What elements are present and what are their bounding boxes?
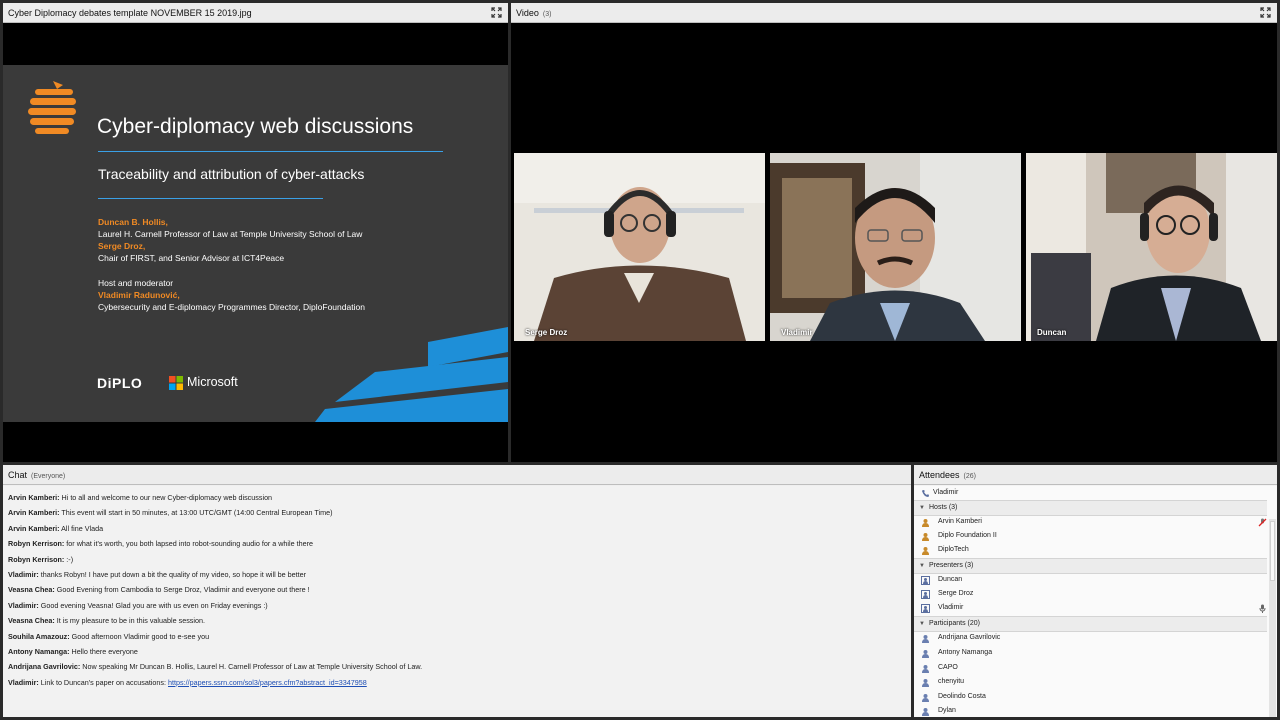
video-pod: Video (3) Serge Droz Vladimir Duncan — [511, 3, 1277, 462]
speaker1-name: Duncan B. Hollis, — [98, 217, 168, 227]
host-role: Cybersecurity and E-diplomacy Programmes… — [98, 302, 365, 312]
chat-pod-title: Chat — [8, 470, 28, 480]
attendee-row-host[interactable]: Diplo Foundation II — [914, 529, 1267, 543]
attendees-pod-title: Attendees — [919, 470, 960, 480]
participant-user-icon — [922, 694, 929, 702]
chat-message: Arvin Kamberi: Hi to all and welcome to … — [8, 493, 273, 502]
chat-scope[interactable]: (Everyone) — [31, 473, 65, 480]
chat-message: Arvin Kamberi: This event will start in … — [8, 508, 333, 518]
attendee-row-presenter[interactable]: Serge Droz — [914, 587, 1267, 601]
presenter-user-icon — [921, 576, 930, 585]
participant-user-icon — [922, 679, 929, 687]
share-pod: Cyber Diplomacy debates template NOVEMBE… — [3, 3, 508, 462]
chat-message-list[interactable]: Arvin Kamberi: Hi to all and welcome to … — [3, 486, 911, 717]
shared-slide: Cyber-diplomacy web discussions Traceabi… — [3, 65, 508, 422]
microphone-icon — [1259, 604, 1266, 613]
scrollbar-thumb[interactable] — [1270, 521, 1275, 581]
chat-message: Vladimir: Good evening Veasna! Glad you … — [8, 600, 268, 610]
microphone-muted-icon — [1258, 518, 1267, 527]
slide-title: Cyber-diplomacy web discussions — [97, 115, 414, 138]
chat-message: Vladimir: Link to Duncan's paper on accu… — [8, 677, 367, 687]
speaker2-role: Chair of FIRST, and Senior Advisor at IC… — [98, 253, 285, 263]
participants-section-header[interactable]: ▼ Participants (20) — [914, 616, 1267, 632]
attendee-row-presenter[interactable]: Duncan — [914, 573, 1267, 587]
share-pod-title: Cyber Diplomacy debates template NOVEMBE… — [8, 8, 252, 18]
participant-name: Vladimir — [781, 328, 813, 337]
microsoft-wordmark: Microsoft — [187, 375, 238, 389]
phone-icon — [922, 490, 929, 497]
attendee-row-participant[interactable]: Antony Namanga — [914, 646, 1267, 660]
hosts-section-header[interactable]: ▼ Hosts (3) — [914, 500, 1267, 516]
attendee-row-participant[interactable]: Deolindo Costa — [914, 690, 1267, 704]
video-pod-header: Video (3) — [511, 3, 1277, 23]
video-count: (3) — [542, 11, 552, 18]
attendee-row-participant[interactable]: Andrijana Gavrilovic — [914, 631, 1267, 645]
presenter-user-icon — [921, 604, 930, 613]
attendee-row-participant[interactable]: Dylan — [914, 704, 1267, 718]
diplo-logo-icon — [28, 81, 76, 134]
participant-user-icon — [922, 635, 929, 643]
attendee-row-host[interactable]: Arvin Kamberi — [914, 515, 1267, 529]
presenter-user-icon — [921, 590, 930, 599]
chat-message: Andrijana Gavrilovic: Now speaking Mr Du… — [8, 662, 423, 672]
host-label: Host and moderator — [98, 278, 174, 288]
maximize-icon[interactable] — [491, 7, 502, 18]
chat-message: Arvin Kamberi: All fine Vlada — [8, 523, 104, 533]
host-user-icon — [922, 547, 929, 555]
host-name: Vladimir Radunović, — [98, 290, 180, 300]
chat-message: Vladimir: thanks Robyn! I have put down … — [8, 569, 307, 579]
my-status-row[interactable]: Vladimir — [914, 486, 1267, 500]
participant-user-icon — [922, 650, 929, 658]
participant-user-icon — [922, 708, 929, 716]
attendee-row-host[interactable]: DiploTech — [914, 543, 1267, 557]
subtitle-divider — [98, 198, 323, 199]
microsoft-logo-icon — [169, 376, 183, 390]
chat-message: Veasna Chea: Good Evening from Cambodia … — [8, 585, 310, 595]
video-tile-duncan[interactable]: Duncan — [1026, 153, 1277, 341]
share-pod-header: Cyber Diplomacy debates template NOVEMBE… — [3, 3, 508, 23]
title-divider — [98, 151, 443, 152]
webcam-feed-image — [1026, 153, 1277, 341]
paper-link[interactable]: https://papers.ssrn.com/sol3/papers.cfm?… — [168, 678, 367, 687]
participant-name: Duncan — [1037, 328, 1067, 337]
attendee-row-participant[interactable]: CAPO — [914, 661, 1267, 675]
webcam-feed-image — [770, 153, 1021, 341]
webcam-feed-image — [514, 153, 765, 341]
diplo-wordmark: DiPLO — [97, 375, 143, 391]
video-tile-vladimir[interactable]: Vladimir — [770, 153, 1021, 341]
presenters-section-header[interactable]: ▼ Presenters (3) — [914, 558, 1267, 574]
chat-message: Souhila Amazouz: Good afternoon Vladimir… — [8, 631, 210, 641]
attendees-pod-header: Attendees (26) — [914, 465, 1277, 485]
collapse-triangle-icon[interactable]: ▼ — [919, 617, 925, 631]
chat-message: Robyn Kerrison: for what it's worth, you… — [8, 539, 314, 549]
host-user-icon — [922, 533, 929, 541]
decorative-stripes — [315, 327, 508, 422]
speaker2-name: Serge Droz, — [98, 241, 146, 251]
video-tile-serge[interactable]: Serge Droz — [514, 153, 765, 341]
collapse-triangle-icon[interactable]: ▼ — [919, 559, 925, 573]
slide-subtitle: Traceability and attribution of cyber-at… — [98, 166, 365, 182]
collapse-triangle-icon[interactable]: ▼ — [919, 501, 925, 515]
participant-user-icon — [922, 665, 929, 673]
attendee-row-presenter[interactable]: Vladimir — [914, 601, 1267, 615]
speaker1-role: Laurel H. Carnell Professor of Law at Te… — [98, 229, 363, 239]
maximize-icon[interactable] — [1260, 7, 1271, 18]
video-pod-title: Video — [516, 8, 539, 18]
chat-message: Veasna Chea: It is my pleasure to be in … — [8, 616, 205, 626]
attendee-list: Vladimir ▼ Hosts (3) Arvin Kamberi Diplo… — [914, 486, 1277, 717]
chat-message: Antony Namanga: Hello there everyone — [8, 646, 138, 656]
attendee-row-participant[interactable]: chenyitu — [914, 675, 1267, 689]
host-user-icon — [922, 519, 929, 527]
chat-message: Robyn Kerrison: :-) — [8, 554, 74, 564]
attendees-pod: Attendees (26) Vladimir ▼ Hosts (3) Arvin… — [914, 465, 1277, 717]
chat-pod-header: Chat (Everyone) — [3, 465, 911, 485]
attendees-count: (26) — [963, 473, 976, 480]
attendee-scrollbar[interactable] — [1269, 519, 1276, 717]
chat-pod: Chat (Everyone) Arvin Kamberi: Hi to all … — [3, 465, 911, 717]
participant-name: Serge Droz — [525, 328, 568, 337]
